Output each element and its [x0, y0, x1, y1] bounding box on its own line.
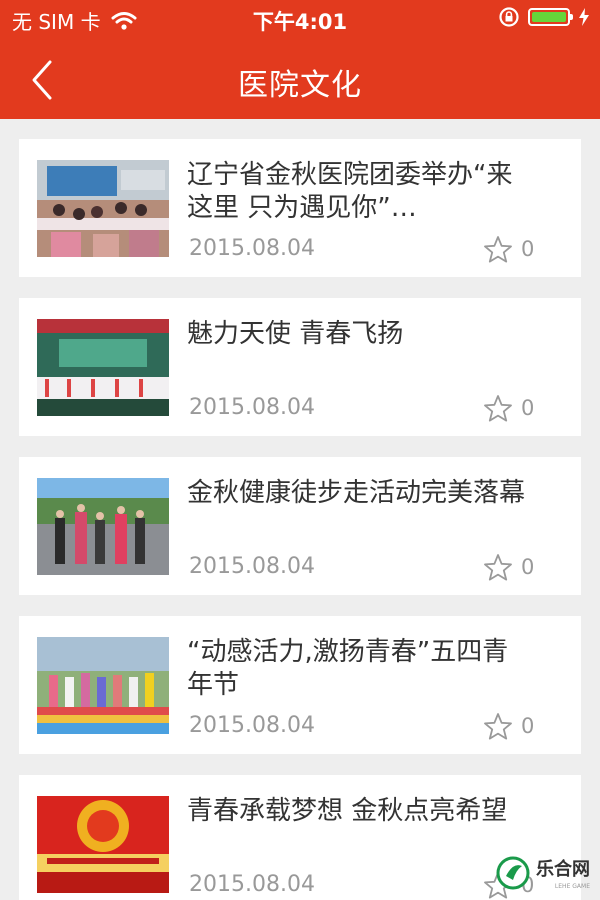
charging-icon: [579, 8, 589, 26]
star-outline-icon[interactable]: [483, 235, 513, 265]
article-thumbnail: [37, 319, 169, 416]
star-outline-icon[interactable]: [483, 394, 513, 424]
battery-level-fill: [532, 12, 566, 22]
article-date: 2015.08.04: [189, 872, 315, 897]
status-bar: 无 SIM 卡 下午4:01: [0, 0, 600, 40]
article-title: 青春承载梦想 金秋点亮希望: [187, 796, 508, 826]
watermark: 乐合网 LEHE GAME: [496, 855, 590, 890]
star-outline-icon[interactable]: [483, 553, 513, 583]
article-title: 辽宁省金秋医院团委举办“来这里 只为遇见你”…: [187, 160, 513, 223]
article-title: 魅力天使 青春飞扬: [187, 319, 404, 349]
watermark-logo-icon: [496, 856, 530, 889]
article-thumbnail: [37, 478, 169, 575]
article-date: 2015.08.04: [189, 236, 315, 261]
battery-icon: [528, 8, 573, 26]
app-screen: 无 SIM 卡 下午4:01 医院文化 辽宁省金秋医院团委举办“来这里 只为遇见…: [0, 0, 600, 900]
like-count: 0: [521, 237, 535, 261]
rotation-lock-icon: [499, 7, 519, 27]
article-thumbnail: [37, 637, 169, 734]
article-date: 2015.08.04: [189, 713, 315, 738]
like-count: 0: [521, 555, 535, 579]
watermark-subtext: LEHE GAME: [554, 883, 590, 890]
article-title: 金秋健康徒步走活动完美落幕: [187, 478, 526, 508]
watermark-text: 乐合网: [536, 859, 590, 880]
like-count: 0: [521, 714, 535, 738]
status-right: [498, 6, 590, 28]
watermark-text-block: 乐合网 LEHE GAME: [536, 855, 590, 890]
article-card[interactable]: “动感活力,激扬青春”五四青年节 2015.08.04 0: [19, 616, 581, 754]
article-card[interactable]: 辽宁省金秋医院团委举办“来这里 只为遇见你”… 2015.08.04 0: [19, 139, 581, 277]
article-thumbnail: [37, 796, 169, 893]
navigation-bar: 医院文化: [0, 40, 600, 119]
battery-tip: [570, 14, 573, 20]
article-date: 2015.08.04: [189, 395, 315, 420]
like-count: 0: [521, 396, 535, 420]
article-date: 2015.08.04: [189, 554, 315, 579]
article-thumbnail: [37, 160, 169, 257]
article-title: “动感活力,激扬青春”五四青年节: [187, 637, 509, 700]
article-card[interactable]: 魅力天使 青春飞扬 2015.08.04 0: [19, 298, 581, 436]
article-card[interactable]: 金秋健康徒步走活动完美落幕 2015.08.04 0: [19, 457, 581, 595]
page-title: 医院文化: [238, 68, 362, 103]
header: 无 SIM 卡 下午4:01 医院文化: [0, 0, 600, 119]
star-outline-icon[interactable]: [483, 712, 513, 742]
